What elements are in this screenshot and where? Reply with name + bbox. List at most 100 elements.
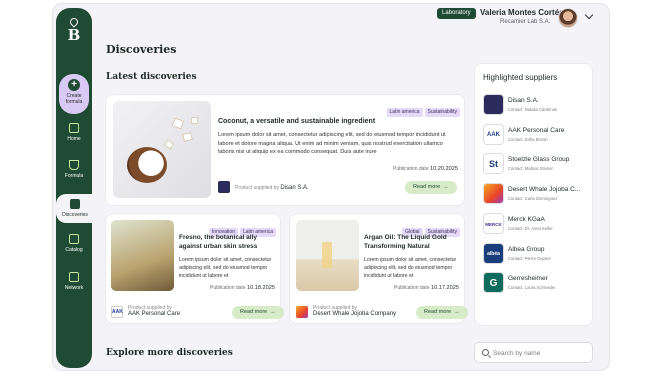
tag: Latin america: [386, 108, 423, 117]
supplier-item[interactable]: Desert Whale Jojoba C... Contact: Carla …: [483, 183, 583, 205]
read-more-button[interactable]: Read more →: [405, 181, 457, 194]
date-label: Publication date: [393, 166, 429, 172]
supplier-name[interactable]: AAK Personal Care: [128, 311, 180, 317]
read-more-label: Read more: [413, 184, 441, 190]
explore-title: Explore more discoveries: [106, 348, 233, 358]
sidebar: B + Create formula Home Formula Discover…: [56, 8, 94, 368]
user-name: Valeria Montes Cortés: [480, 8, 564, 17]
sidebar-item-label: Formula: [64, 173, 84, 179]
coconut-chip: [171, 117, 185, 130]
contact-name: Carla Domínguez: [524, 196, 558, 201]
supplier-item[interactable]: AAK AAK Personal Care Contact: Sofía Bro…: [483, 124, 583, 146]
stoelzle-logo: St: [483, 153, 504, 174]
app-logo[interactable]: B: [56, 16, 92, 45]
contact-name: Laura Schneider: [524, 285, 556, 290]
read-more-label: Read more: [424, 309, 452, 315]
coconut-shape: [127, 147, 167, 183]
supplier-contact: Contact: Markus Steiner: [508, 166, 553, 171]
supplier-name: Disan S.A.: [508, 97, 539, 104]
contact-name: Natalia Cárdenas: [524, 107, 558, 112]
tag: Sustainability: [424, 108, 460, 117]
network-icon: [69, 272, 79, 282]
aak-logo: AAK: [111, 306, 123, 318]
create-formula-button[interactable]: + Create formula: [59, 74, 89, 114]
albea-logo: albéa: [483, 243, 504, 264]
sidebar-item-label: Home: [67, 136, 81, 142]
supplier-item[interactable]: St Stoelzle Glass Group Contact: Markus …: [483, 153, 583, 175]
argan-oil-image: [296, 220, 359, 291]
sidebar-item-catalog[interactable]: Catalog: [56, 234, 92, 253]
create-formula-label: Create formula: [65, 93, 83, 105]
supplier-item[interactable]: G Gerresheimer Contact: Laura Schneider: [483, 272, 583, 294]
disan-logo: [483, 94, 504, 115]
contact-label: Contact:: [508, 226, 524, 231]
card-title: Argan Oil: The Liquid Gold Transforming …: [364, 234, 447, 250]
suppliers-title: Highlighted suppliers: [483, 73, 558, 82]
featured-title: Coconut, a versatile and sustainable ing…: [218, 118, 376, 125]
supplier-name: Merck KGaA: [508, 216, 545, 223]
card-supplied-by: Product supplied by Desert Whale Jojoba C…: [313, 305, 396, 317]
card-body: Lorem ipsum dolor sit amet, consectetur …: [364, 257, 457, 280]
sidebar-item-discoveries[interactable]: Discoveries: [56, 194, 94, 223]
gerresheimer-logo: G: [483, 272, 504, 293]
aak-logo: AAK: [483, 124, 504, 145]
sidebar-item-home[interactable]: Home: [56, 123, 92, 142]
featured-tags: Latin america Sustainability: [330, 100, 460, 118]
supplier-name: Desert Whale Jojoba C...: [508, 186, 581, 193]
arrow-right-icon: →: [270, 309, 276, 315]
card-supplied-by: Product supplied by AAK Personal Care: [128, 305, 180, 317]
supplier-item[interactable]: MERCK Merck KGaA Contact: Dr. Anna Kelle…: [483, 213, 583, 235]
read-more-label: Read more: [240, 309, 268, 315]
coconut-chip: [190, 116, 199, 125]
supplier-item[interactable]: Disan S.A. Contact: Natalia Cárdenas: [483, 94, 583, 116]
supplied-label: Product supplied by: [235, 185, 279, 191]
read-more-button[interactable]: Read more →: [232, 306, 284, 319]
supplier-name: Stoelzle Glass Group: [508, 156, 570, 163]
date-value: 10.20.2025: [430, 166, 458, 172]
catalog-icon: [69, 234, 79, 244]
page-title: Discoveries: [106, 43, 177, 56]
contact-name: Pierre Dupont: [524, 256, 551, 261]
sidebar-item-label: Network: [64, 285, 84, 291]
date-value: 10.17.2025: [431, 285, 459, 291]
supplier-item[interactable]: albéa Albea Group Contact: Pierre Dupont: [483, 243, 583, 265]
supplier-name: Albea Group: [508, 246, 545, 253]
plus-icon: +: [68, 79, 80, 91]
supplier-name[interactable]: Desert Whale Jojoba Company: [313, 311, 396, 317]
sidebar-item-network[interactable]: Network: [56, 272, 92, 291]
search-input[interactable]: [493, 347, 588, 359]
date-label: Publication date: [394, 285, 430, 291]
avatar[interactable]: [558, 8, 578, 28]
user-company: Recamier Lab S.A.: [500, 19, 551, 25]
supplier-contact: Contact: Natalia Cárdenas: [508, 107, 557, 112]
coconut-image: [113, 101, 211, 198]
read-more-button[interactable]: Read more →: [416, 306, 468, 319]
fresno-image: [111, 220, 174, 291]
card-title: Fresno, the botanical ally against urban…: [179, 234, 258, 250]
contact-name: Markus Steiner: [524, 166, 553, 171]
flask-icon: [69, 160, 79, 170]
desert-whale-logo: [296, 306, 308, 318]
contact-label: Contact:: [508, 285, 524, 290]
supplier-contact: Contact: Pierre Dupont: [508, 256, 551, 261]
search-box: [474, 342, 593, 363]
featured-date: Publication date 10.20.2025: [340, 166, 458, 172]
coconut-chip: [182, 131, 193, 143]
card-date: Publication date 10.17.2025: [364, 285, 459, 291]
date-label: Publication date: [210, 285, 246, 291]
contact-name: Sofía Brown: [524, 137, 548, 142]
discoveries-icon: [70, 199, 80, 209]
logo-letter: B: [67, 26, 81, 44]
sidebar-item-label: Catalog: [65, 247, 83, 253]
merck-logo: MERCK: [483, 213, 504, 234]
date-value: 10.18.2025: [247, 285, 275, 291]
card-date: Publication date 10.18.2025: [180, 285, 275, 291]
role-badge: Laboratory: [437, 8, 476, 19]
bottle-shape: [322, 242, 332, 268]
supplier-name[interactable]: Disan S.A.: [280, 185, 308, 191]
contact-name: Dr. Anna Keller: [524, 226, 553, 231]
sidebar-item-label: Discoveries: [62, 212, 88, 218]
section-title: Latest discoveries: [106, 72, 197, 82]
sidebar-item-formula[interactable]: Formula: [56, 160, 92, 179]
coconut-chip: [163, 139, 175, 150]
